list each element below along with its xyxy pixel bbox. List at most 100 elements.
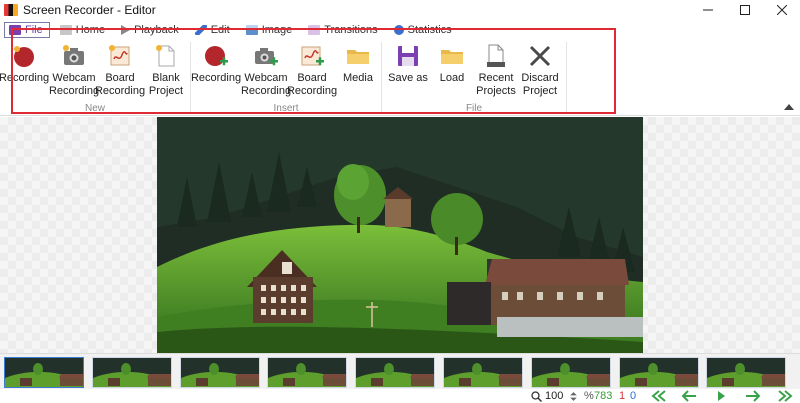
new-recording-button[interactable]: Recording (0, 43, 49, 85)
last-frame-button[interactable] (774, 389, 796, 403)
window-title: Screen Recorder - Editor (23, 3, 156, 17)
group-label-insert: Insert (273, 103, 299, 114)
frame-total-count: 783 (594, 390, 613, 402)
insert-board-recording-button[interactable]: Board Recording (286, 43, 338, 98)
discard-icon (529, 45, 551, 67)
zoom-icon (531, 390, 542, 402)
media-folder-icon (347, 50, 369, 64)
tab-playback[interactable]: Playback (117, 22, 185, 38)
zoom-control: 100 % (531, 390, 594, 402)
button-label: Project (522, 85, 558, 97)
blank-project-icon (156, 45, 175, 67)
tab-statistics[interactable]: Statistics (390, 22, 458, 38)
collapse-ribbon-icon[interactable] (784, 103, 794, 111)
thumbnail-image (620, 358, 698, 387)
frame-thumbnail[interactable] (619, 357, 699, 388)
board-new-icon (109, 45, 130, 66)
load-button[interactable]: Load (434, 43, 470, 85)
first-frame-button[interactable] (648, 389, 670, 403)
current-frame-index: 0 (630, 390, 637, 402)
button-label: Webcam (52, 72, 96, 84)
statistics-icon (393, 25, 404, 35)
tab-label: Transitions (324, 24, 378, 36)
thumbnail-image (356, 358, 434, 387)
board-insert-icon (301, 46, 324, 66)
button-label: Webcam (244, 72, 288, 84)
frame-preview-image[interactable] (157, 117, 643, 353)
play-icon (718, 391, 725, 401)
transitions-icon (308, 25, 321, 35)
record-new-icon (14, 46, 34, 67)
play-button[interactable] (710, 389, 732, 403)
frame-thumbnail[interactable] (4, 357, 84, 388)
new-board-recording-button[interactable]: Board Recording (94, 43, 146, 98)
button-label: Recording (240, 85, 292, 97)
minimize-icon (702, 9, 713, 11)
button-label: Board (297, 72, 327, 84)
frame-thumbnail[interactable] (180, 357, 260, 388)
group-divider (566, 42, 567, 112)
recent-projects-button[interactable]: Recent Projects (474, 43, 518, 98)
selected-frame-count: 1 (619, 390, 626, 402)
save-icon (398, 46, 418, 66)
button-label: Recent (478, 72, 514, 84)
frame-thumbnail[interactable] (443, 357, 523, 388)
ribbon-group-new: Recording Webcam Recording Board Recordi… (0, 39, 190, 116)
tab-transitions[interactable]: Transitions (304, 22, 383, 38)
new-webcam-recording-button[interactable]: Webcam Recording (49, 43, 99, 98)
load-folder-icon (441, 50, 463, 64)
minimize-button[interactable] (689, 0, 726, 20)
thumbnail-image (532, 358, 610, 387)
zoom-stepper-icon[interactable] (568, 391, 579, 402)
new-blank-project-button[interactable]: Blank Project (145, 43, 187, 98)
insert-recording-button[interactable]: Recording (190, 43, 242, 85)
zoom-input[interactable]: 100 (545, 390, 565, 402)
webcam-insert-icon (255, 48, 278, 66)
thumbnail-image (5, 358, 83, 387)
status-bar: 100 % 783 1 0 (0, 389, 800, 403)
thumbnail-image (93, 358, 171, 387)
tab-label: Statistics (407, 24, 452, 36)
maximize-button[interactable] (726, 0, 763, 20)
ribbon-group-insert: Recording Webcam Recording Board Recordi… (191, 39, 381, 116)
home-icon (59, 25, 72, 35)
button-label: Board (105, 72, 135, 84)
tab-edit[interactable]: Edit (191, 22, 236, 38)
tab-label: Edit (210, 24, 230, 36)
button-label: Recording (48, 85, 100, 97)
ribbon-tabs: File Home Playback Edit Image Transition… (0, 21, 800, 39)
frame-thumbnail[interactable] (355, 357, 435, 388)
button-label: Discard (521, 72, 559, 84)
app-logo-icon (4, 4, 18, 16)
ribbon-group-file: Save as Load Recent Projects Discard Pro… (382, 39, 566, 116)
button-label: Recording (190, 72, 242, 84)
frame-thumbnail[interactable] (267, 357, 347, 388)
frame-thumbnail[interactable] (531, 357, 611, 388)
button-label: Load (439, 72, 465, 84)
save-as-button[interactable]: Save as (388, 43, 428, 85)
arrow-right-icon (746, 390, 761, 402)
button-label: Recording (94, 85, 146, 97)
tab-file[interactable]: File (4, 22, 50, 38)
record-insert-icon (205, 46, 228, 66)
next-frame-button[interactable] (742, 389, 764, 403)
tab-home[interactable]: Home (56, 22, 111, 38)
thumbnail-image (444, 358, 522, 387)
group-label-file: File (465, 103, 483, 114)
webcam-new-icon (63, 45, 84, 65)
tab-image[interactable]: Image (242, 22, 299, 38)
insert-webcam-recording-button[interactable]: Webcam Recording (241, 43, 291, 98)
close-button[interactable] (763, 0, 800, 20)
previous-frame-button[interactable] (678, 389, 700, 403)
button-label: Media (343, 72, 373, 84)
frame-thumbnail[interactable] (92, 357, 172, 388)
insert-media-button[interactable]: Media (339, 43, 377, 85)
recent-projects-icon (487, 44, 505, 67)
button-label: Blank (152, 72, 180, 84)
frame-thumbnail[interactable] (706, 357, 786, 388)
discard-project-button[interactable]: Discard Project (520, 43, 560, 98)
ribbon-panel: Recording Webcam Recording Board Recordi… (0, 39, 800, 116)
button-label: Recording (286, 85, 338, 97)
frame-filmstrip (0, 353, 800, 389)
editor-canvas (0, 117, 800, 353)
